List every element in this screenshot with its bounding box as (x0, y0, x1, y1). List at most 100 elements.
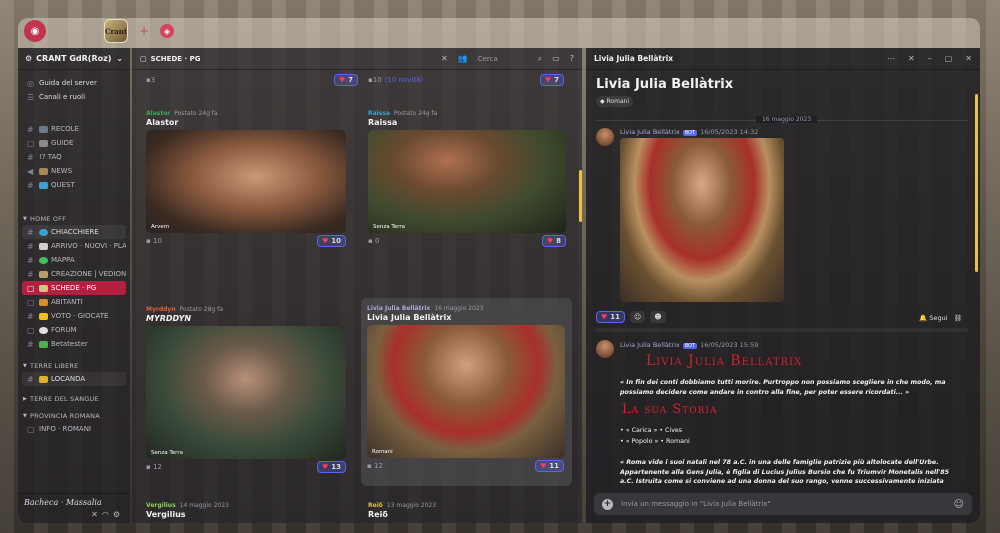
category-provincia-romana[interactable]: ▼ PROVINCIA ROMANA (18, 409, 130, 422)
message-image[interactable] (620, 138, 784, 302)
user-signature: Bacheca · Massalia (24, 498, 102, 507)
forum-title: SCHEDE · PG (150, 54, 201, 63)
channel-label: CHIACCHIERE (51, 228, 99, 236)
channel-schede-pg[interactable]: ▢ SCHEDE · PG (22, 281, 126, 295)
thread-scrollbar[interactable] (975, 94, 978, 272)
channel-mappa[interactable]: # MAPPA (22, 253, 126, 267)
forum-scrollbar[interactable] (579, 170, 582, 222)
message-composer[interactable]: + Invia un messaggio in "Livia Julia Bel… (594, 493, 972, 515)
more-icon[interactable]: ⋯ (887, 54, 895, 63)
members-icon[interactable]: 👥 (458, 54, 468, 63)
reaction-chip[interactable]: ♥ 11 (596, 311, 626, 323)
channel-forum[interactable]: ▢ FORUM (22, 323, 126, 337)
close-thread-icon[interactable]: ✕ (908, 54, 915, 63)
add-server-icon[interactable]: + (136, 23, 152, 39)
forum-post-card-selected[interactable]: Livia Julia Bellàtrix 16 maggio 2023 Livi… (361, 298, 572, 486)
channel-quest[interactable]: # QUEST (22, 178, 126, 192)
category-terre-libere[interactable]: ▼ TERRE LIBERE (18, 359, 130, 372)
search-input[interactable]: Cerca (478, 55, 528, 63)
server-icon[interactable]: Crant (104, 19, 128, 43)
reaction-chip[interactable]: ♥ 11 (534, 460, 564, 472)
forum-post-card[interactable]: Raissa Postato 24g fa Raissa Senza Terra … (368, 108, 580, 249)
sidebar-roles[interactable]: ☰ Canali e ruoli (22, 90, 126, 104)
mute-mic-icon[interactable]: ✕ (91, 510, 102, 519)
forum-post-card[interactable]: Reiδ 13 maggio 2023 Reiδ (368, 500, 580, 522)
link-icon[interactable]: ⛓ (954, 314, 962, 322)
channel-news[interactable]: ◀ NEWS (22, 164, 126, 178)
comment-count: 10 (152, 237, 162, 245)
maximize-icon[interactable]: ▢ (945, 54, 953, 63)
forum-post-card[interactable]: Myrddyn Postato 28g fa MYRDDYN Senza Terr… (146, 304, 358, 475)
reaction-chip[interactable]: ♥ 8 (541, 235, 566, 247)
server-name: CRANT GdR(Roz) (36, 54, 112, 63)
channel-emoji-icon (39, 340, 48, 348)
mute-icon[interactable]: ✕ (441, 54, 448, 63)
reaction-chip[interactable]: ♥ 10 (316, 235, 346, 247)
reaction-chip[interactable]: ♥ 7 (333, 74, 358, 86)
heart-icon: ♥ (539, 462, 547, 470)
forum-post-card[interactable]: Vergilius 14 maggio 2023 Vergilius (146, 500, 358, 522)
post-author: Vergilius (146, 501, 176, 509)
search-icon[interactable]: ⌕ (538, 54, 542, 64)
channel-info-romani[interactable]: ▢ INFO · ROMANI (22, 422, 126, 436)
post-author: Myrddyn (146, 305, 176, 313)
forum-icon: ▢ (27, 283, 35, 293)
message-author[interactable]: Livia Julia Bellàtrix (620, 128, 680, 136)
post-tag: Senza Terra (151, 450, 183, 456)
avatar[interactable] (596, 128, 614, 146)
explore-icon[interactable]: ◈ (160, 24, 174, 38)
inbox-icon[interactable]: ▭ (552, 54, 560, 63)
thread-window-title: Livia Julia Bellàtrix (594, 54, 674, 63)
channel-locanda[interactable]: # LOCANDA (22, 372, 126, 386)
new-badge: (10 novità) (384, 76, 424, 84)
channel-betatester[interactable]: # Betatester (22, 337, 126, 351)
post-time: 14 maggio 2023 (179, 501, 229, 509)
reaction-chip[interactable]: ♥ 7 (539, 74, 564, 86)
channel-faq[interactable]: # !? TAQ (22, 150, 126, 164)
channel-arrivo[interactable]: # ARRIVO · NUOVI · PLA... (22, 239, 126, 253)
minimize-icon[interactable]: – (928, 54, 932, 63)
settings-icon[interactable]: ⚙ (113, 510, 124, 519)
channel-abitanti[interactable]: ▢ ABITANTI (22, 295, 126, 309)
server-header[interactable]: ⚙ CRANT GdR(Roz) ⌄ (18, 48, 130, 70)
category-terre-sangue[interactable]: ▶ TERRE DEL SANGUE (18, 392, 130, 405)
discord-logo-icon[interactable]: ◉ (24, 20, 46, 42)
close-window-icon[interactable]: ✕ (965, 54, 972, 63)
category-label: TERRE DEL SANGUE (30, 394, 99, 403)
message-author[interactable]: Livia Julia Bellàtrix (620, 341, 680, 349)
composer-input[interactable]: Invia un messaggio in "Livia Julia Bellà… (621, 500, 771, 508)
separator (596, 328, 968, 332)
comment-icon: ▪ (146, 463, 153, 471)
category-home-off[interactable]: ▼ HOME OFF (18, 212, 130, 225)
channel-recole[interactable]: # RECOLE (22, 122, 126, 136)
thread-tag[interactable]: ◆ Romani (596, 96, 634, 107)
sidebar-guide[interactable]: ◎ Guida del server (22, 76, 126, 90)
message-time: 16/05/2023 14:32 (700, 128, 759, 136)
help-icon[interactable]: ? (570, 54, 574, 63)
channel-guide[interactable]: ▢ GUIDE (22, 136, 126, 150)
message-bullet: • « Popolo » • Romani (620, 438, 690, 445)
hash-icon: # (27, 124, 34, 134)
follow-button[interactable]: 🔔 Segui ⛓ (919, 314, 962, 322)
message-subheading: La sua Storia (622, 402, 718, 417)
forum-header: ▢ SCHEDE · PG ✕ 👥 Cerca ⌕ ▭ ? (132, 48, 582, 70)
channel-voto[interactable]: # VOTO · GIOCATE (22, 309, 126, 323)
post-remnant-right[interactable]: ▪ 10 (10 novità) ♥ 7 (368, 74, 564, 86)
channel-creazione[interactable]: # CREAZIONE | VEDIONE | PG (22, 267, 126, 281)
comment-icon: ▪ (146, 237, 153, 245)
post-remnant-left[interactable]: ▪ 3 ♥ 7 (146, 74, 358, 86)
channel-chiacchiere[interactable]: # CHIACCHIERE (22, 225, 126, 239)
heart-icon: ♥ (321, 463, 329, 471)
avatar[interactable] (596, 340, 614, 358)
add-reaction-icon[interactable]: ☺ (630, 311, 646, 323)
comment-count: 3 (150, 76, 156, 84)
channel-label: RECOLE (51, 125, 80, 133)
emoji-icon[interactable]: ☺ (954, 499, 964, 510)
channel-emoji-icon (39, 228, 48, 236)
plus-icon[interactable]: + (602, 498, 613, 510)
super-reaction-icon[interactable]: ☻ (650, 311, 666, 323)
reaction-chip[interactable]: ♥ 13 (316, 461, 346, 473)
headphones-icon[interactable]: ◠ (102, 510, 113, 519)
forum-post-card[interactable]: Alastor Postato 24g fa Alastor Arvern ▪ 1… (146, 108, 358, 249)
post-title: Livia Julia Bellàtrix (367, 313, 452, 322)
